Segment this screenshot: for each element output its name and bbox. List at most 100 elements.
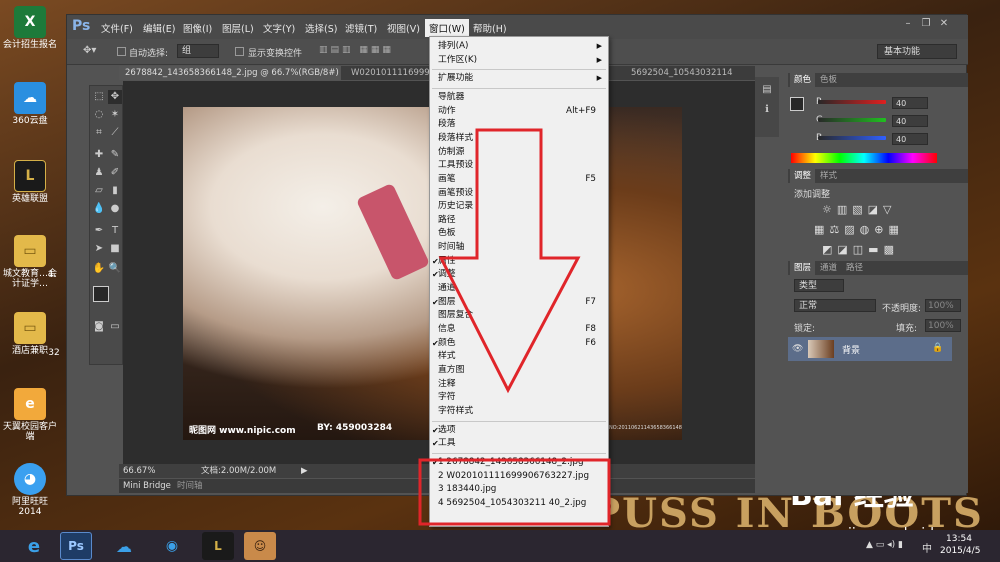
tab-adjustments[interactable]: 调整 — [790, 169, 816, 183]
menu-item[interactable]: ✔ 调整 — [432, 268, 608, 281]
tab-mini-bridge[interactable]: Mini Bridge — [123, 479, 171, 493]
clock-date[interactable]: 2015/4/5 — [940, 546, 980, 556]
stamp-icon[interactable]: ♟ — [92, 166, 106, 180]
dodge-icon[interactable]: ● — [108, 202, 122, 216]
cloud-icon[interactable]: ☁ — [108, 532, 140, 560]
history-brush-icon[interactable]: ✐ — [108, 166, 122, 180]
tab-paths[interactable]: 路径 — [842, 261, 867, 275]
menu-file[interactable]: 文件(F) — [101, 21, 133, 35]
path-select-icon[interactable]: ➤ — [92, 242, 106, 256]
tab-timeline[interactable]: 时间轴 — [177, 479, 203, 493]
fg-swatch[interactable] — [790, 97, 804, 111]
menu-item[interactable]: 字符样式 — [438, 405, 608, 418]
menu-item[interactable]: 4 5692504_1054303211 40_2.jpg — [438, 497, 608, 510]
marquee-icon[interactable]: ⬚ — [92, 90, 106, 104]
photoshop-icon[interactable]: Ps — [60, 532, 92, 560]
menu-window[interactable]: 窗口(W) — [425, 19, 469, 37]
lol-icon[interactable]: L — [202, 532, 234, 560]
menu-item[interactable]: 扩展功能 ▶ — [438, 72, 608, 85]
workspace-dropdown[interactable]: 基本功能 — [877, 44, 957, 59]
layer-name[interactable]: 背景 — [842, 343, 860, 356]
blend-mode-dropdown[interactable]: 正常 — [794, 299, 876, 312]
adjustment-icons-row1[interactable]: ☼▥▧◪▽ — [822, 203, 897, 216]
status-arrow-icon[interactable]: ▶ — [301, 464, 308, 478]
menu-select[interactable]: 选择(S) — [305, 21, 337, 35]
close-icon[interactable]: ✕ — [937, 18, 951, 30]
avatar-icon[interactable]: ☺ — [244, 532, 276, 560]
lasso-icon[interactable]: ◌ — [92, 108, 106, 122]
screen-mode-icon[interactable]: ▭ — [108, 320, 122, 334]
menu-item[interactable]: 工具预设 — [438, 159, 608, 172]
menu-item[interactable]: 排列(A) ▶ — [438, 40, 608, 53]
menu-item[interactable]: 仿制源 — [438, 146, 608, 159]
tab-styles[interactable]: 样式 — [816, 169, 841, 183]
menu-help[interactable]: 帮助(H) — [473, 21, 507, 35]
layer-kind-filter[interactable]: 类型 — [794, 279, 844, 292]
desktop-icon-excel[interactable]: X 会计招生报名 — [2, 6, 58, 50]
auto-select-dropdown[interactable]: 组 — [177, 44, 219, 58]
qq-icon[interactable]: ◉ — [156, 532, 188, 560]
gradient-icon[interactable]: ▮ — [108, 184, 122, 198]
menu-item[interactable]: 历史记录 — [438, 200, 608, 213]
opacity-value[interactable]: 100% — [925, 299, 961, 312]
tab-layers[interactable]: 图层 — [790, 261, 816, 275]
text-icon[interactable]: T — [108, 224, 122, 238]
desktop-icon-360[interactable]: ☁ 360云盘 — [2, 82, 58, 126]
doc-tab-3[interactable]: 5692504_10543032114 — [625, 66, 753, 80]
menu-type[interactable]: 文字(Y) — [263, 21, 295, 35]
menu-edit[interactable]: 编辑(E) — [143, 21, 175, 35]
move-tool-icon[interactable]: ✥▾ — [83, 45, 96, 56]
menu-item[interactable]: 导航器 — [438, 91, 608, 104]
brush-icon[interactable]: ✎ — [108, 148, 122, 162]
menu-view[interactable]: 视图(V) — [387, 21, 420, 35]
menu-item[interactable]: 直方图 — [438, 364, 608, 377]
minimize-icon[interactable]: – — [901, 18, 915, 30]
eyedropper-icon[interactable]: ⟋ — [108, 126, 122, 140]
menu-item[interactable]: ✔ 颜色 F6 — [432, 337, 608, 350]
menu-item[interactable]: 图层复合 — [438, 309, 608, 322]
move-icon[interactable]: ✥ — [108, 90, 122, 104]
desktop-icon-32[interactable]: 32 — [44, 348, 64, 358]
ie-icon[interactable]: e — [18, 532, 50, 560]
properties-panel-icon[interactable]: ℹ — [760, 103, 774, 117]
heal-icon[interactable]: ✚ — [92, 148, 106, 162]
tray-icons[interactable]: ▲ ▭ ◂) ▮ — [866, 540, 903, 550]
menu-item[interactable]: 路径 — [438, 214, 608, 227]
visibility-eye-icon[interactable]: 👁 — [792, 344, 803, 354]
clock-time[interactable]: 13:54 — [946, 534, 972, 544]
align-icons[interactable]: ▥▤▥ ▦▦▦ — [319, 45, 394, 55]
menu-item[interactable]: ✔ 选项 — [432, 424, 608, 437]
menu-item[interactable]: ✔ 图层 F7 — [432, 296, 608, 309]
history-panel-icon[interactable]: ▤ — [760, 83, 774, 97]
blur-icon[interactable]: 💧 — [92, 202, 106, 216]
menu-item[interactable]: 字符 — [438, 391, 608, 404]
tab-channels[interactable]: 通道 — [816, 261, 841, 275]
menu-item[interactable]: ✔ 1 2678842_143658366148_2.jpg — [432, 456, 608, 469]
menu-filter[interactable]: 滤镜(T) — [345, 21, 377, 35]
menu-item[interactable]: 通道 — [438, 282, 608, 295]
pen-icon[interactable]: ✒ — [92, 224, 106, 238]
shape-icon[interactable]: ■ — [108, 242, 122, 256]
auto-select-checkbox[interactable] — [117, 47, 126, 56]
eraser-icon[interactable]: ▱ — [92, 184, 106, 198]
menu-item[interactable]: 画笔预设 — [438, 187, 608, 200]
menu-item[interactable]: 信息 F8 — [438, 323, 608, 336]
ime-indicator[interactable]: 中 — [922, 540, 932, 555]
menu-item[interactable]: ✔ 属性 — [432, 255, 608, 268]
menu-image[interactable]: 图像(I) — [183, 21, 212, 35]
show-transform-checkbox[interactable] — [235, 47, 244, 56]
tab-swatches[interactable]: 色板 — [816, 73, 841, 87]
menu-item[interactable]: 3 183440.jpg — [438, 483, 608, 496]
menu-item[interactable]: 注释 — [438, 378, 608, 391]
tab-color[interactable]: 颜色 — [790, 73, 816, 87]
menu-item[interactable]: 段落 — [438, 118, 608, 131]
crop-icon[interactable]: ⌗ — [92, 126, 106, 140]
hand-icon[interactable]: ✋ — [92, 262, 106, 276]
adjustment-icons-row3[interactable]: ◩◪◫▬▩ — [822, 243, 899, 256]
desktop-icon-wangwang[interactable]: ◕ 阿里旺旺2014 — [2, 463, 58, 517]
color-ramp[interactable] — [791, 153, 937, 163]
menu-item[interactable]: 样式 — [438, 350, 608, 363]
b-slider[interactable] — [818, 136, 886, 140]
r-value[interactable]: 40 — [892, 97, 928, 109]
desktop-icon-lol[interactable]: L 英雄联盟 — [2, 160, 58, 204]
